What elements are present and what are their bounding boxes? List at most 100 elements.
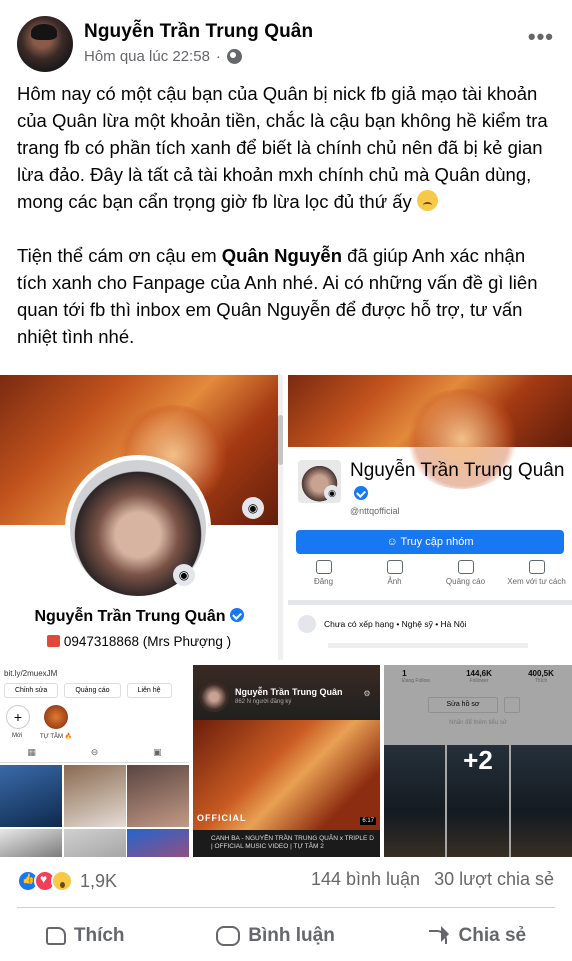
share-button[interactable]: Chia sẻ: [427, 925, 527, 947]
rating-text: Chưa có xếp hạng • Nghệ sỹ • Hà Nội: [324, 619, 467, 629]
fanpage-cover: [288, 375, 572, 490]
action-photo: Ảnh: [361, 560, 429, 586]
post-paragraph-2: Tiện thể cám ơn cậu em Quân Nguyễn đã gi…: [17, 242, 557, 350]
megaphone-icon: [457, 560, 474, 574]
new-highlight-label: Mới: [12, 733, 23, 739]
divider: [17, 907, 555, 908]
channel-avatar: [199, 682, 229, 712]
instagram-buttons: Chỉnh sửa Quảng cáo Liên hệ: [4, 683, 172, 698]
scrollbar: [278, 375, 283, 660]
edit-icon: [315, 560, 332, 574]
action-post: Đăng: [290, 560, 358, 586]
verified-badge-icon: [229, 608, 244, 622]
action-post-label: Đăng: [313, 577, 334, 586]
post-meta: Hôm qua lúc 22:58 ·: [84, 48, 242, 65]
more-images-count[interactable]: +2: [384, 745, 572, 776]
comment-label: Bình luận: [248, 925, 335, 946]
fanpage-handle: @nttqofficial: [350, 506, 400, 516]
paragraph-2-start: Tiện thể cám ơn cậu em: [17, 245, 222, 266]
image-fb-profile[interactable]: ◉ ◉ Nguyễn Trần Trung Quân 0947318868 (M…: [0, 375, 283, 660]
like-button[interactable]: Thích: [45, 925, 125, 947]
eye-icon: [528, 560, 545, 574]
camera-icon: [386, 560, 403, 574]
author-name[interactable]: Nguyễn Trần Trung Quân: [84, 21, 313, 43]
post-image-grid: ◉ ◉ Nguyễn Trần Trung Quân 0947318868 (M…: [0, 375, 572, 857]
post-paragraph-1: Hôm nay có một cậu bạn của Quân bị nick …: [17, 80, 557, 215]
thumbnail: [63, 828, 126, 857]
post-action-bar: Thích Bình luận Chia sẻ: [0, 913, 572, 959]
meta-separator: ·: [215, 48, 221, 65]
fanpage-actions: Đăng Ảnh Quảng cáo Xem với tư cách: [288, 560, 572, 586]
ads-button: Quảng cáo: [64, 683, 121, 698]
fanpage-name-row: Nguyễn Trần Trung Quân: [350, 459, 572, 505]
edit-button: Chỉnh sửa: [4, 683, 59, 698]
phone-icon: [46, 635, 60, 647]
divider: [288, 600, 572, 605]
blurred-text: [328, 643, 528, 648]
gear-icon: ⚙: [363, 689, 371, 698]
join-group-button: ☺ Truy cập nhóm: [296, 530, 564, 554]
highlight-icon: [44, 705, 68, 729]
image-youtube[interactable]: Nguyễn Trần Trung Quân 862 N người đăng …: [193, 665, 380, 857]
comment-icon: [216, 926, 241, 946]
profile-name: Nguyễn Trần Trung Quân: [34, 608, 226, 625]
action-photo-label: Ảnh: [387, 577, 402, 586]
like-label: Thích: [73, 925, 125, 946]
action-view-as-label: Xem với tư cách: [507, 577, 566, 586]
action-ads-label: Quảng cáo: [445, 577, 486, 586]
camera-icon: ◉: [324, 485, 340, 501]
camera-icon: ◉: [173, 564, 195, 586]
instagram-url: bit.ly/2muexJM: [4, 669, 58, 678]
fanpage-name: Nguyễn Trần Trung Quân: [350, 460, 565, 481]
thumbnail: [0, 765, 62, 827]
reaction-count[interactable]: 1,9K: [80, 871, 117, 892]
contact-button: Liên hệ: [126, 683, 172, 698]
thumbs-up-icon: [45, 927, 66, 945]
action-ads: Quảng cáo: [432, 560, 500, 586]
reactions-summary[interactable]: 1,9K: [17, 865, 117, 897]
thumbnail: [0, 828, 62, 857]
channel-name: Nguyễn Trần Trung Quân: [235, 687, 343, 697]
verified-badge-icon: [354, 486, 368, 500]
video-duration: 6:17: [360, 817, 376, 825]
thumbnail: [127, 828, 189, 857]
post-body: Hôm nay có một cậu bạn của Quân bị nick …: [17, 80, 557, 377]
action-view-as: Xem với tư cách: [503, 560, 571, 586]
fanpage-rating: Chưa có xếp hạng • Nghệ sỹ • Hà Nội: [298, 615, 467, 633]
reels-icon: ⊖: [90, 747, 99, 757]
comment-button[interactable]: Bình luận: [216, 925, 335, 947]
post-header: Nguyễn Trần Trung Quân Hôm qua lúc 22:58…: [0, 0, 572, 80]
channel-subscribers: 862 N người đăng ký: [235, 699, 292, 705]
author-avatar[interactable]: [17, 16, 73, 72]
engagement-counts: 144 bình luận 30 lượt chia sẻ: [311, 869, 554, 890]
share-count[interactable]: 30 lượt chia sẻ: [434, 869, 554, 890]
share-label: Chia sẻ: [458, 925, 527, 946]
tagged-icon: ▣: [153, 747, 162, 757]
rating-icon: [298, 615, 316, 633]
share-icon: [427, 926, 451, 946]
image-instagram[interactable]: bit.ly/2muexJM Chỉnh sửa Quảng cáo Liên …: [0, 665, 189, 857]
post-timestamp[interactable]: Hôm qua lúc 22:58: [84, 48, 210, 65]
new-highlight-icon: +: [6, 705, 30, 729]
paragraph-1-text: Hôm nay có một cậu bạn của Quân bị nick …: [17, 83, 548, 212]
profile-phone-row: 0947318868 (Mrs Phượng ): [0, 634, 278, 649]
grid-icon: ▦: [27, 747, 36, 757]
profile-name-row: Nguyễn Trần Trung Quân: [0, 608, 278, 626]
official-banner: OFFICIAL: [197, 813, 247, 823]
mention-quan-nguyen[interactable]: Quân Nguyễn: [222, 245, 342, 266]
sad-emoji-icon: [416, 190, 438, 211]
instagram-thumbnails: [0, 765, 189, 857]
thumbnail: [127, 765, 189, 827]
wow-reaction-icon: [51, 870, 73, 892]
thumbnail: [63, 765, 126, 827]
video-title: CANH BA - NGUYỄN TRẦN TRUNG QUÂN x TRIPL…: [211, 835, 374, 850]
image-fanpage[interactable]: ◉ Nguyễn Trần Trung Quân @nttqofficial ☺…: [288, 375, 572, 660]
image-tiktok[interactable]: 1 Đang Follow 144,6K Follower 400,5K Thích …: [384, 665, 572, 857]
profile-phone: 0947318868 (Mrs Phượng ): [63, 634, 232, 649]
instagram-tabs: ▦ ⊖ ▣: [0, 747, 189, 763]
more-options-icon[interactable]: •••: [528, 24, 554, 50]
highlight-label: TỰ TÂM 🔥: [40, 734, 73, 740]
camera-icon: ◉: [242, 497, 264, 519]
comment-count[interactable]: 144 bình luận: [311, 869, 420, 890]
globe-icon[interactable]: [226, 49, 242, 64]
